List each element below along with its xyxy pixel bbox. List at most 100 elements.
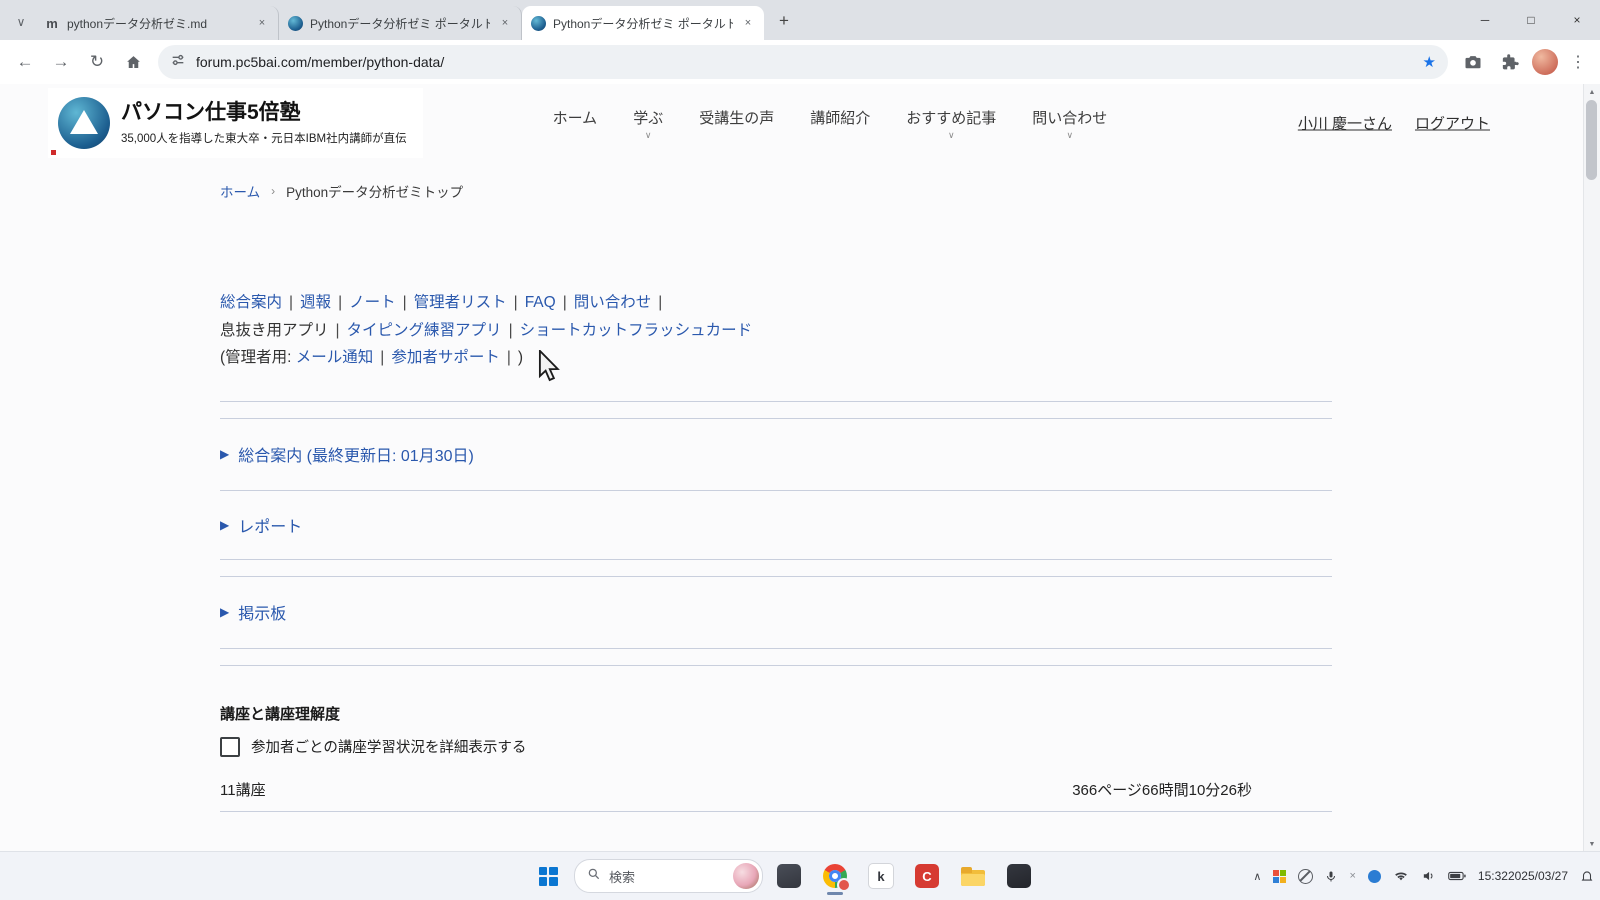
screenshot-extension-icon[interactable] [1456,45,1490,79]
main-nav: ホーム 学ぶ ∨ 受講生の声 講師紹介 おすすめ記事 ∨ [553,107,1108,140]
tab-search-icon[interactable]: ∨ [6,6,36,38]
nav-item-contact[interactable]: 問い合わせ ∨ [1032,107,1107,140]
nav-item-learn[interactable]: 学ぶ ∨ [633,107,663,140]
battery-icon[interactable] [1448,871,1466,881]
hidden-icons-chevron[interactable]: ∧ [1253,870,1261,883]
section-sogo-annai[interactable]: ▶ 総合案内 (最終更新日: 01月30日) [220,419,1332,491]
detail-checkbox[interactable] [220,737,240,757]
triangle-marker-icon: ▶ [220,447,229,461]
link-typing-app[interactable]: タイピング練習アプリ [347,322,502,339]
browser-menu-icon[interactable]: ⋮ [1564,52,1592,72]
windows-logo-icon [539,867,558,886]
breadcrumb: ホーム › Pythonデータ分析ゼミトップ [220,181,1600,201]
courses-heading: 講座と講座理解度 [220,706,1332,724]
nav-item-voices[interactable]: 受講生の声 [699,107,774,128]
extensions-puzzle-icon[interactable] [1492,45,1526,79]
url-text: forum.pc5bai.com/member/python-data/ [196,54,1423,70]
nav-label: おすすめ記事 [906,107,996,128]
site-settings-icon[interactable] [170,52,186,73]
nav-label: 問い合わせ [1032,107,1107,128]
back-button[interactable]: ← [8,45,42,79]
breadcrumb-home-link[interactable]: ホーム [220,181,260,201]
do-not-disturb-icon[interactable] [1298,869,1313,884]
tab-close-icon[interactable]: × [740,15,756,31]
new-tab-button[interactable]: + [770,7,798,35]
tab-portal-1[interactable]: Pythonデータ分析ゼミ ポータルトッ × [279,6,522,40]
link-admin-list[interactable]: 管理者リスト [414,294,507,311]
address-bar[interactable]: forum.pc5bai.com/member/python-data/ ★ [158,45,1448,79]
search-highlight-image [733,863,759,889]
link-shortcut-flashcards[interactable]: ショートカットフラッシュカード [520,322,753,339]
link-note[interactable]: ノート [349,294,396,311]
site-subtitle: 35,000人を指導した東大卒・元日本IBM社内講師が直伝 [121,130,407,146]
taskbar-app-dark-2[interactable] [999,856,1039,896]
tray-grid-icon[interactable] [1273,870,1286,883]
link-mail-notify[interactable]: メール通知 [296,349,374,366]
taskbar-chrome[interactable] [815,856,855,896]
row3-prefix: (管理者用: [220,349,291,366]
wifi-icon[interactable] [1393,869,1409,883]
site-logo-block[interactable]: パソコン仕事5倍塾 35,000人を指導した東大卒・元日本IBM社内講師が直伝 [48,88,423,158]
nav-label: ホーム [553,107,598,128]
site-favicon-icon [287,15,303,31]
tab-markdown[interactable]: m pythonデータ分析ゼミ.md × [36,6,279,40]
home-button[interactable] [116,45,150,79]
user-name-link[interactable]: 小川 慶一さん [1298,113,1392,134]
triangle-marker-icon: ▶ [220,518,229,532]
maximize-button[interactable]: □ [1508,0,1554,40]
link-sogo-annai[interactable]: 総合案内 [220,294,282,311]
app-icon [777,864,801,888]
nav-item-instructors[interactable]: 講師紹介 [810,107,870,128]
link-contact[interactable]: 問い合わせ [574,294,652,311]
taskbar-app-k[interactable]: k [861,856,901,896]
taskbar-app-dark-1[interactable] [769,856,809,896]
tray-close-icon[interactable]: × [1349,870,1355,882]
scroll-down-icon[interactable]: ▼ [1584,837,1600,851]
quick-links-row-2: 息抜き用アプリ|タイピング練習アプリ|ショートカットフラッシュカード [220,317,1332,345]
tray-blue-app-icon[interactable] [1368,870,1381,883]
taskbar-search[interactable]: 検索 [574,859,763,893]
taskbar-app-c[interactable]: C [907,856,947,896]
section-label: レポート [238,513,302,537]
tab-close-icon[interactable]: × [497,15,513,31]
taskbar-clock[interactable]: 15:32 2025/03/27 [1478,869,1568,883]
scrollbar-thumb[interactable] [1586,100,1597,180]
notification-bell-icon[interactable] [1580,869,1594,883]
logout-link[interactable]: ログアウト [1415,113,1490,134]
scroll-up-icon[interactable]: ▲ [1584,85,1600,99]
chevron-down-icon: ∨ [645,131,652,140]
scrollbar[interactable]: ▲ ▼ [1583,84,1600,852]
forward-button[interactable]: → [44,45,78,79]
empty-row [220,402,1332,419]
separator: | [338,294,342,311]
taskbar-center: 検索 k C [528,852,1039,900]
link-participant-support[interactable]: 参加者サポート [391,349,500,366]
separator: | [380,349,384,366]
bookmark-star-icon[interactable]: ★ [1423,53,1436,71]
separator: | [658,294,662,311]
nav-item-articles[interactable]: おすすめ記事 ∨ [906,107,996,140]
volume-icon[interactable] [1421,869,1436,883]
quick-links: 総合案内|週報|ノート|管理者リスト|FAQ|問い合わせ| 息抜き用アプリ|タイ… [220,289,1332,372]
taskbar-explorer[interactable] [953,856,993,896]
detail-checkbox-label[interactable]: 参加者ごとの講座学習状況を詳細表示する [251,736,526,757]
link-shuho[interactable]: 週報 [300,294,331,311]
nav-item-home[interactable]: ホーム [553,107,598,128]
minimize-button[interactable]: ─ [1462,0,1508,40]
section-bulletin-board[interactable]: ▶ 掲示板 [220,577,1332,649]
start-button[interactable] [528,856,568,896]
app-icon [1007,864,1031,888]
tab-close-icon[interactable]: × [254,15,270,31]
section-report[interactable]: ▶ レポート [220,491,1332,560]
folder-icon [961,867,985,886]
reload-button[interactable]: ↻ [80,45,114,79]
tab-portal-2-active[interactable]: Pythonデータ分析ゼミ ポータルトッ × [522,6,764,40]
separator: | [563,294,567,311]
profile-avatar[interactable] [1532,49,1558,75]
close-button[interactable]: × [1554,0,1600,40]
taskbar: 検索 k C ∧ × [0,851,1600,900]
separator: | [514,294,518,311]
microphone-icon[interactable] [1325,869,1337,884]
site-title: パソコン仕事5倍塾 [121,101,407,125]
link-faq[interactable]: FAQ [525,294,556,311]
